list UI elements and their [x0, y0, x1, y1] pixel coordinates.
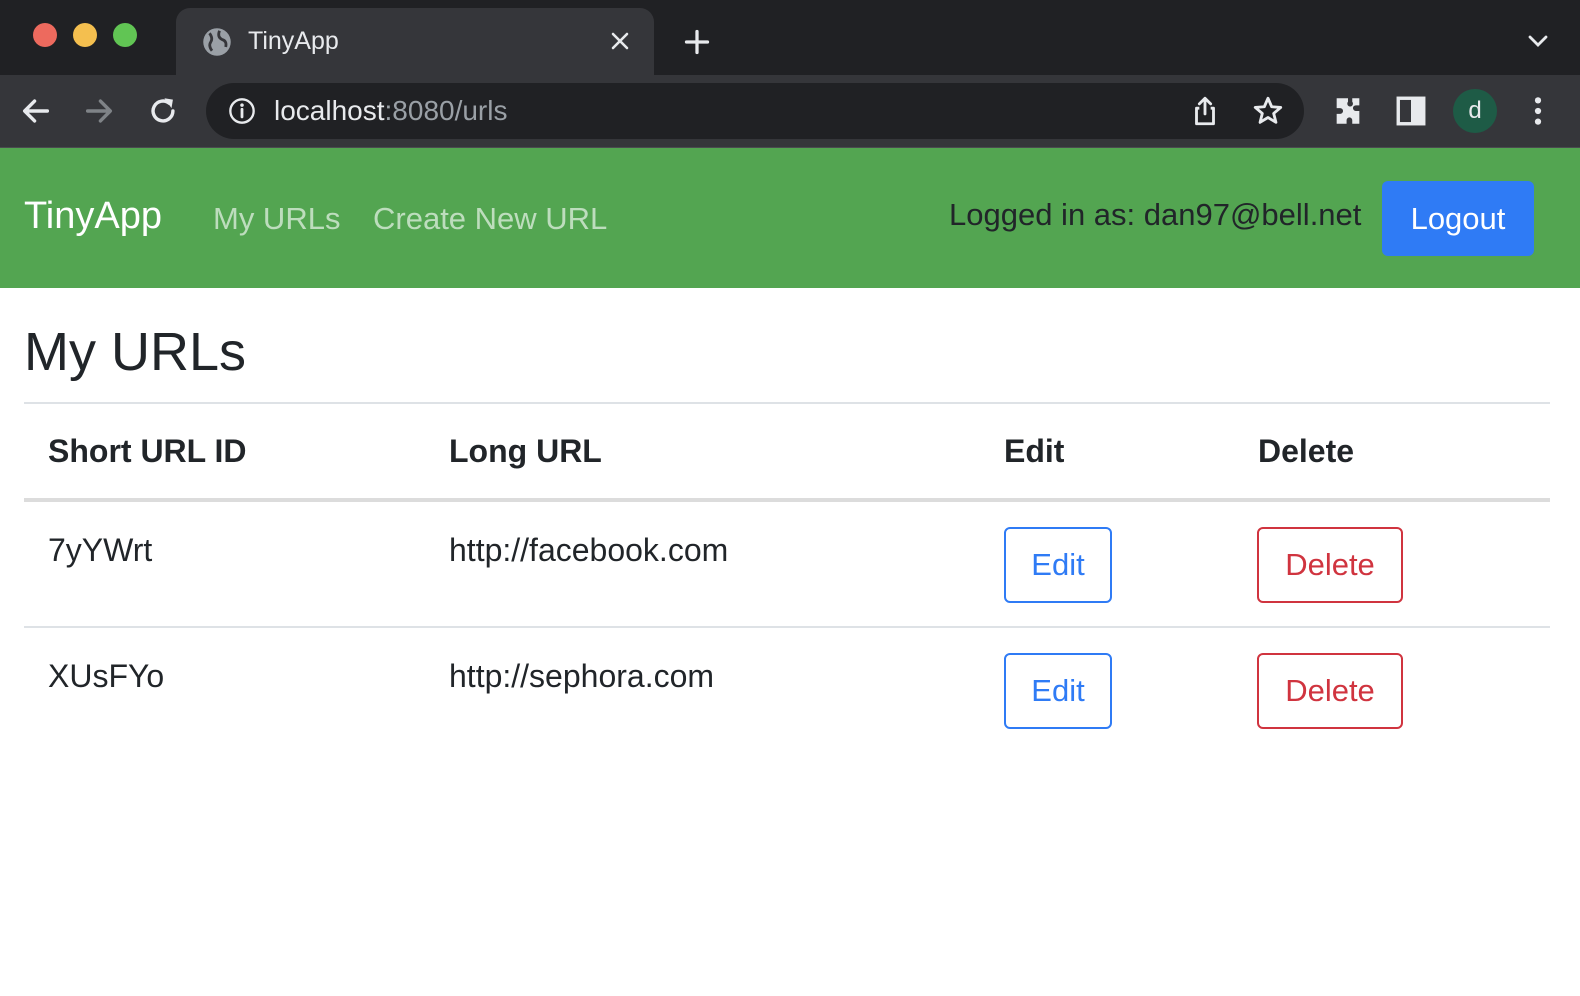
table-row: 7yYWrt http://facebook.com Edit Delete — [24, 502, 1550, 627]
browser-tab-strip: TinyApp — [0, 0, 1580, 75]
long-url: http://facebook.com — [449, 532, 729, 568]
short-url-id: XUsFYo — [48, 658, 165, 694]
url-text: localhost:8080/urls — [274, 95, 508, 126]
chevron-down-icon[interactable] — [1526, 32, 1550, 50]
column-header-short-url-id: Short URL ID — [48, 433, 247, 469]
address-bar[interactable]: localhost:8080/urls — [206, 83, 1304, 139]
nav-link-my-urls[interactable]: My URLs — [213, 201, 340, 237]
bookmark-star-icon[interactable] — [1251, 94, 1285, 128]
logout-button[interactable]: Logout — [1382, 181, 1534, 256]
column-header-delete: Delete — [1258, 433, 1355, 469]
long-url: http://sephora.com — [449, 658, 715, 694]
app-navbar: TinyApp My URLs Create New URL Logged in… — [0, 148, 1580, 288]
more-menu-icon[interactable] — [1521, 94, 1555, 128]
column-header-long-url: Long URL — [449, 433, 602, 469]
delete-button[interactable]: Delete — [1257, 527, 1403, 603]
profile-avatar[interactable]: d — [1453, 89, 1497, 133]
globe-icon — [203, 28, 231, 56]
edit-button[interactable]: Edit — [1004, 653, 1112, 729]
close-tab-icon[interactable] — [608, 29, 632, 53]
tab-title: TinyApp — [248, 27, 339, 55]
side-panel-icon[interactable] — [1394, 94, 1428, 128]
short-url-id: 7yYWrt — [48, 532, 153, 568]
logged-in-status: Logged in as: dan97@bell.net — [949, 197, 1362, 232]
column-header-edit: Edit — [1004, 433, 1065, 469]
browser-tab[interactable]: TinyApp — [176, 8, 654, 75]
maximize-window-button[interactable] — [113, 23, 137, 47]
site-info-icon[interactable] — [228, 97, 256, 125]
delete-button[interactable]: Delete — [1257, 653, 1403, 729]
back-arrow-icon[interactable] — [19, 94, 53, 128]
browser-toolbar: localhost:8080/urls d — [0, 75, 1580, 148]
close-window-button[interactable] — [33, 23, 57, 47]
reload-icon[interactable] — [146, 94, 180, 128]
share-icon[interactable] — [1188, 94, 1222, 128]
page-title: My URLs — [24, 322, 247, 382]
brand-link[interactable]: TinyApp — [24, 195, 162, 238]
table-row: XUsFYo http://sephora.com Edit Delete — [24, 626, 1550, 753]
edit-button[interactable]: Edit — [1004, 527, 1112, 603]
forward-arrow-icon[interactable] — [82, 94, 116, 128]
extensions-puzzle-icon[interactable] — [1331, 94, 1365, 128]
divider — [24, 402, 1550, 404]
new-tab-icon[interactable] — [683, 28, 711, 56]
nav-link-create-new-url[interactable]: Create New URL — [373, 201, 607, 237]
minimize-window-button[interactable] — [73, 23, 97, 47]
